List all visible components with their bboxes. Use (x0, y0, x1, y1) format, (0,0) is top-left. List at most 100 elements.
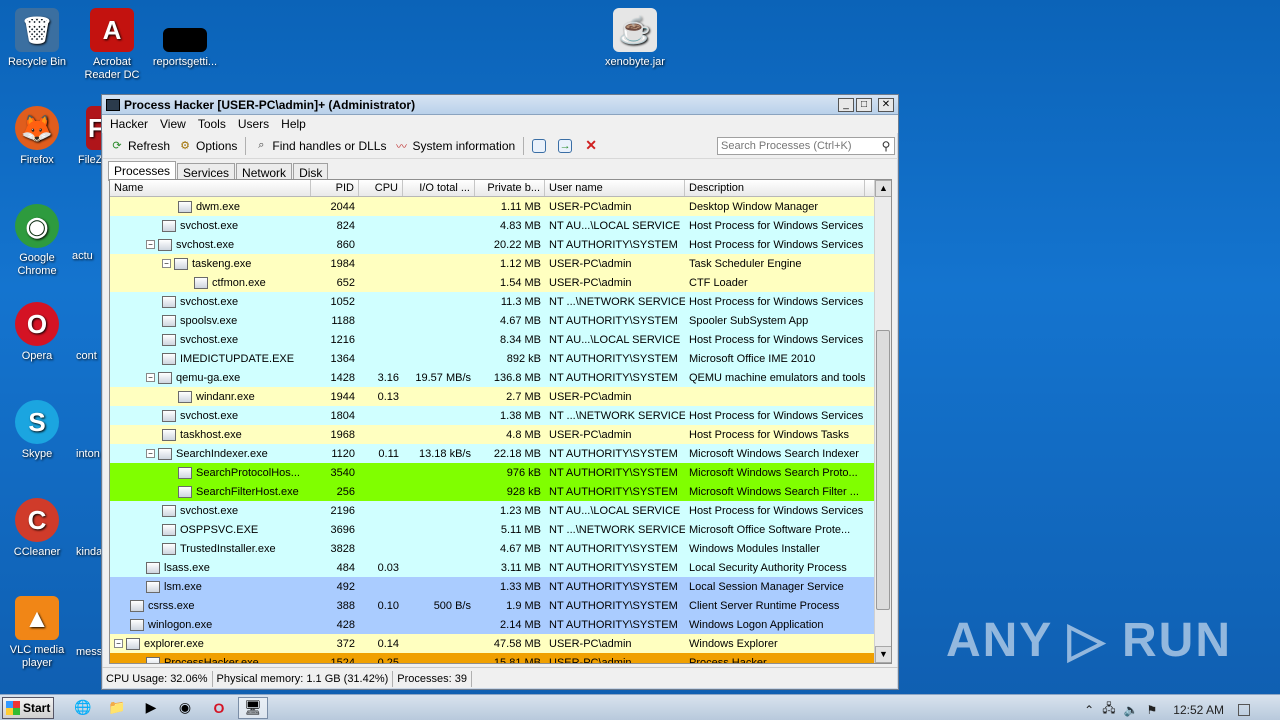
column-private-bytes[interactable]: Private b... (475, 180, 545, 196)
vertical-scrollbar[interactable]: ▲ ▼ (874, 180, 891, 663)
table-row[interactable]: svchost.exe 1216 8.34 MB NT AU...\LOCAL SER… (110, 330, 891, 349)
column-name[interactable]: Name (110, 180, 311, 196)
pid-cell: 2196 (330, 504, 355, 517)
table-row[interactable]: winlogon.exe 428 2.14 MB NT AUTHORITY\SYSTE… (110, 615, 891, 634)
table-row[interactable]: svchost.exe 1804 1.38 MB NT ...\NETWORK SER… (110, 406, 891, 425)
table-row[interactable]: ctfmon.exe 652 1.54 MB USER-PC\admin CTF Loa… (110, 273, 891, 292)
process-name: lsm.exe (164, 580, 202, 593)
desktop-item-inton[interactable]: inton (76, 448, 102, 461)
vlc-icon[interactable]: ▲ VLC media player (0, 596, 74, 670)
table-row[interactable]: IMEDICTUPDATE.EXE 1364 892 kB NT AUTHORITY\… (110, 349, 891, 368)
table-row[interactable]: SearchFilterHost.exe 256 928 kB NT AUTHORIT… (110, 482, 891, 501)
acrobat-reader-icon[interactable]: A Acrobat Reader DC (75, 8, 149, 82)
taskbar-chrome-icon[interactable]: ◉ (170, 697, 200, 719)
process-name: csrss.exe (148, 599, 195, 612)
menu-help[interactable]: Help (277, 117, 310, 131)
maximize-button[interactable]: □ (856, 97, 872, 112)
table-row[interactable]: − taskeng.exe 1984 1.12 MB USER-PC\admin Task… (110, 254, 891, 273)
process-name-cell: ProcessHacker.exe (110, 656, 311, 664)
table-row[interactable]: dwm.exe 2044 1.11 MB USER-PC\admin Desktop W… (110, 197, 891, 216)
column-description[interactable]: Description (685, 180, 865, 196)
collapse-toggle-icon[interactable]: − (146, 449, 155, 458)
find-handles-button[interactable]: ⌕ Find handles or DLLs (250, 135, 390, 157)
taskbar-ie-icon[interactable]: 🌐 (68, 697, 98, 719)
table-row[interactable]: svchost.exe 1052 11.3 MB NT ...\NETWORK SER… (110, 292, 891, 311)
description-cell: Windows Logon Application (689, 618, 824, 631)
table-row[interactable]: taskhost.exe 1968 4.8 MB USER-PC\admin Host … (110, 425, 891, 444)
collapse-toggle-icon[interactable]: − (162, 259, 171, 268)
show-hidden-icons-icon[interactable]: ⌃ (1084, 703, 1094, 717)
pid-cell: 1804 (330, 409, 355, 422)
desktop-item-cont[interactable]: cont (76, 350, 102, 363)
menu-view[interactable]: View (156, 117, 190, 131)
collapse-toggle-icon[interactable]: − (114, 639, 123, 648)
go-to-window-button[interactable]: → (554, 135, 580, 157)
process-name-cell: OSPPSVC.EXE (110, 523, 311, 536)
table-row[interactable]: windanr.exe 1944 0.13 2.7 MB USER-PC\admin (110, 387, 891, 406)
window-icon-button[interactable] (528, 135, 554, 157)
close-button[interactable]: ✕ (878, 97, 894, 112)
jar-file-icon[interactable]: ☕ xenobyte.jar (598, 8, 672, 69)
start-button[interactable]: Start (2, 696, 54, 719)
pid-cell: 3540 (330, 466, 355, 479)
process-name: ProcessHacker.exe (164, 656, 259, 664)
filezilla-icon[interactable]: F FileZ (60, 106, 106, 167)
taskbar-explorer-icon[interactable]: 📁 (102, 697, 132, 719)
show-desktop-icon[interactable] (1238, 703, 1250, 716)
menu-users[interactable]: Users (234, 117, 273, 131)
table-row[interactable]: TrustedInstaller.exe 3828 4.67 MB NT AUTHOR… (110, 539, 891, 558)
table-row[interactable]: lsass.exe 484 0.03 3.11 MB NT AUTHORITY\SYST… (110, 558, 891, 577)
action-center-flag-icon[interactable]: ⚑ (1147, 703, 1158, 717)
network-icon[interactable]: 🖧 (1102, 699, 1115, 720)
taskbar-media-player-icon[interactable]: ▶ (136, 697, 166, 719)
table-row[interactable]: − qemu-ga.exe 1428 3.16 19.57 MB/s 136.8 MB NT… (110, 368, 891, 387)
table-row[interactable]: − explorer.exe 372 0.14 47.58 MB USER-PC\admi… (110, 634, 891, 653)
table-row[interactable]: SearchProtocolHos... 3540 976 kB NT AUTHORI… (110, 463, 891, 482)
column-cpu[interactable]: CPU (359, 180, 403, 196)
minimize-button[interactable]: _ (838, 97, 854, 112)
ccleaner-icon[interactable]: C CCleaner (0, 498, 74, 559)
column-io-total[interactable]: I/O total ... (403, 180, 475, 196)
scroll-up-arrow[interactable]: ▲ (875, 180, 891, 197)
volume-icon[interactable]: 🔈 (1124, 703, 1139, 717)
table-row[interactable]: ProcessHacker.exe 1524 0.25 15.81 MB USER-PC… (110, 653, 891, 664)
collapse-toggle-icon[interactable]: − (146, 240, 155, 249)
desktop-item-kinda[interactable]: kinda (76, 546, 102, 559)
skype-icon[interactable]: S Skype (0, 400, 74, 461)
table-row[interactable]: spoolsv.exe 1188 4.67 MB NT AUTHORITY\SYSTE… (110, 311, 891, 330)
desktop-item-mess[interactable]: mess (76, 646, 102, 659)
process-tree[interactable]: Name PID CPU I/O total ... Private b... … (109, 179, 892, 664)
taskbar-process-hacker-icon[interactable]: 🖥 (238, 696, 268, 719)
reports-file-icon[interactable]: reportsgetti... (148, 8, 222, 69)
opera-icon[interactable]: O Opera (0, 302, 74, 363)
recycle-bin-icon[interactable]: 🗑 Recycle Bin (0, 8, 74, 69)
clock[interactable]: 12:52 AM (1173, 703, 1224, 717)
table-row[interactable]: csrss.exe 388 0.10 500 B/s 1.9 MB NT AUTHORIT… (110, 596, 891, 615)
process-icon (158, 447, 172, 460)
pid-cell: 492 (336, 580, 355, 593)
chrome-icon[interactable]: ◉ Google Chrome (0, 204, 74, 278)
collapse-toggle-icon[interactable]: − (146, 373, 155, 382)
table-row[interactable]: lsm.exe 492 1.33 MB NT AUTHORITY\SYSTEM Loca… (110, 577, 891, 596)
taskbar-opera-icon[interactable]: O (204, 697, 234, 719)
column-user-name[interactable]: User name (545, 180, 685, 196)
desktop-item-actu[interactable]: actu (72, 250, 102, 263)
scroll-thumb[interactable] (876, 330, 890, 610)
system-information-button[interactable]: 〰 System information (390, 135, 519, 157)
table-row[interactable]: OSPPSVC.EXE 3696 5.11 MB NT ...\NETWORK SER… (110, 520, 891, 539)
tab-processes[interactable]: Processes (108, 161, 177, 181)
table-row[interactable]: svchost.exe 824 4.83 MB NT AU...\LOCAL SERV… (110, 216, 891, 235)
refresh-button[interactable]: ⟳ Refresh (106, 135, 174, 157)
menu-hacker[interactable]: Hacker (106, 117, 152, 131)
menu-tools[interactable]: Tools (194, 117, 230, 131)
terminate-button[interactable]: ✕ (580, 135, 606, 157)
options-button[interactable]: ⚙ Options (174, 135, 241, 157)
search-processes-input[interactable]: Search Processes (Ctrl+K) ⚲ (717, 137, 895, 155)
title-bar[interactable]: Process Hacker [USER-PC\admin]+ (Adminis… (102, 95, 898, 115)
table-row[interactable]: svchost.exe 2196 1.23 MB NT AU...\LOCAL SER… (110, 501, 891, 520)
table-row[interactable]: − svchost.exe 860 20.22 MB NT AUTHORITY\SYST… (110, 235, 891, 254)
table-row[interactable]: − SearchIndexer.exe 1120 0.11 13.18 kB/s 22.1… (110, 444, 891, 463)
scroll-down-arrow[interactable]: ▼ (875, 646, 891, 663)
column-pid[interactable]: PID (311, 180, 359, 196)
description-cell: Host Process for Windows Tasks (689, 428, 849, 441)
